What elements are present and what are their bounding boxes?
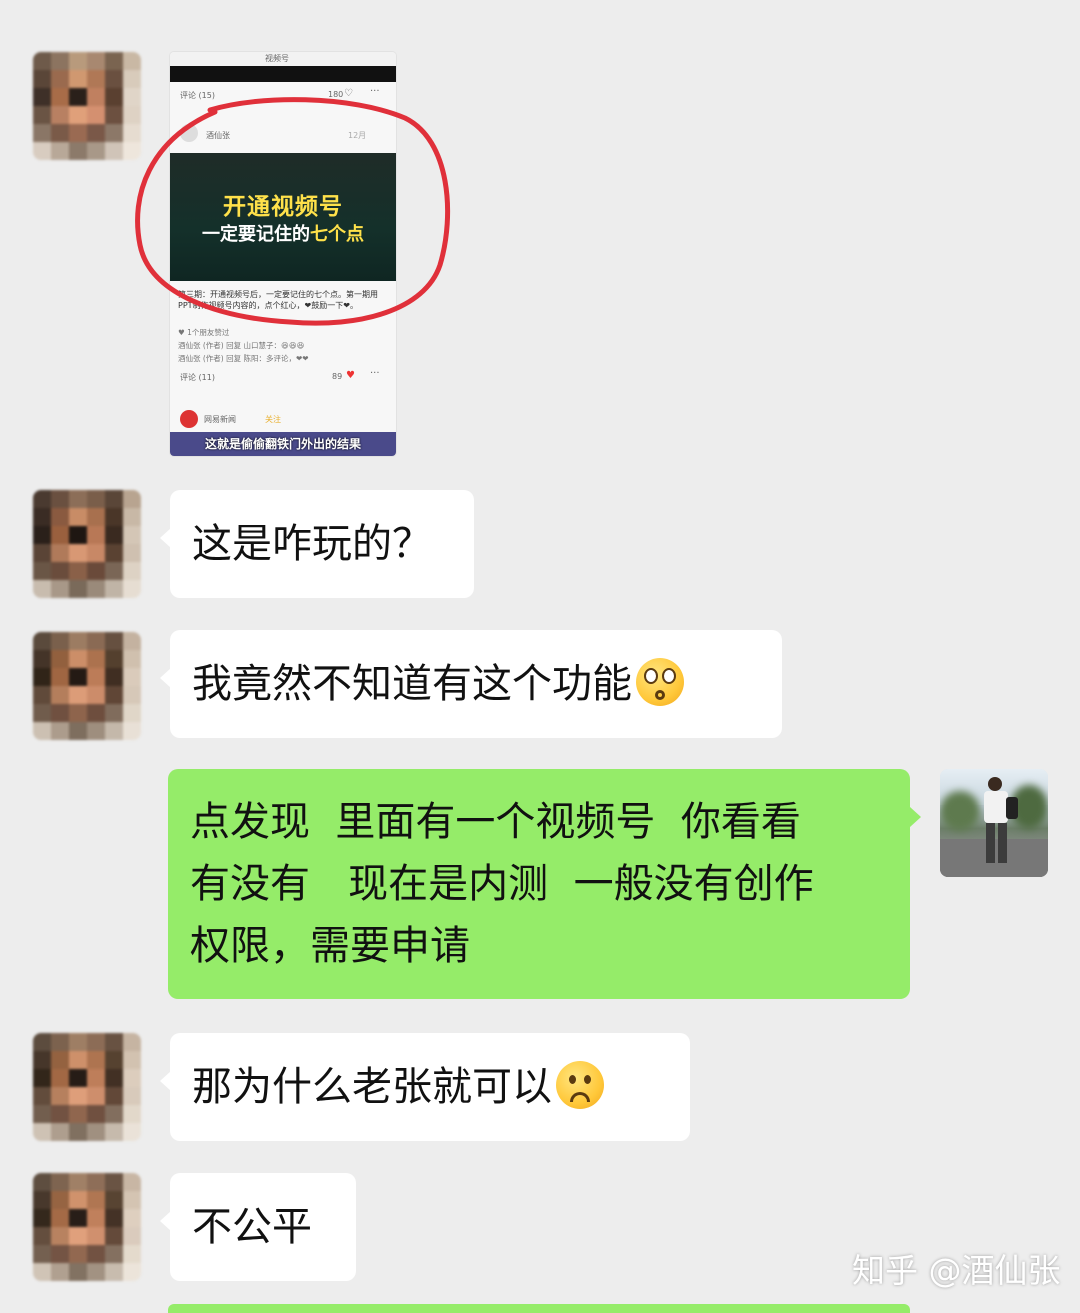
likes-top: 180 — [328, 90, 344, 99]
comment-count-top: 评论 (15) — [180, 91, 215, 100]
message-line-1: 点发现 里面有一个视频号 你看看 — [190, 799, 801, 845]
contact-avatar[interactable] — [33, 632, 141, 740]
more-icon: ··· — [370, 368, 380, 379]
message-line-3: 权限，需要申请 — [190, 923, 470, 969]
author-name: 酒仙张 — [206, 131, 230, 140]
video-subtitle: 这就是偷偷翻铁门外出的结果 — [204, 437, 361, 451]
post-description: 第三期：开通视频号后，一定要记住的七个点。第一期用PPT制作视频号内容的，点个红… — [178, 290, 378, 310]
post-time: 12月 — [348, 131, 367, 140]
reply-2: 酒仙张 (作者) 回复 陈阳：多评论，❤❤ — [178, 354, 309, 363]
friends-liked: ♥ 1个朋友赞过 — [178, 328, 230, 337]
watermark: 知乎 @酒仙张 — [852, 1251, 1061, 1290]
shocked-emoji-icon — [636, 658, 684, 706]
next-outgoing-bubble-partial — [168, 1304, 910, 1313]
video-title-line1: 开通视频号 — [223, 194, 343, 220]
follow-link: 关注 — [265, 415, 281, 424]
message-bubble-incoming[interactable]: 我竟然不知道有这个功能 — [160, 630, 782, 738]
author-avatar — [180, 124, 198, 142]
message-bubble-incoming[interactable]: 不公平 — [160, 1173, 356, 1281]
frown-emoji-icon — [556, 1061, 604, 1109]
message-text: 这是咋玩的？ — [192, 521, 432, 567]
next-source: 网易新闻 — [204, 415, 236, 424]
message-text: 不公平 — [192, 1204, 312, 1250]
news-source-icon — [180, 410, 198, 428]
video-title-line2: 一定要记住的七个点 — [202, 224, 364, 245]
status-bar: 视频号 — [170, 52, 396, 66]
header-center: 视频号 — [265, 54, 289, 63]
message-line-2: 有没有 现在是内测 一般没有创作 — [190, 861, 814, 907]
contact-avatar[interactable] — [33, 1033, 141, 1141]
reply-1: 酒仙张 (作者) 回复 山口慧子：😆😆😆 — [178, 341, 305, 350]
more-icon: ··· — [370, 86, 380, 97]
comment-count-bottom: 评论 (11) — [180, 373, 215, 382]
message-bubble-incoming[interactable]: 这是咋玩的？ — [160, 490, 474, 598]
message-text: 我竟然不知道有这个功能 — [192, 661, 632, 707]
heart-outline-icon: ♡ — [344, 88, 353, 99]
shared-screenshot-message[interactable]: 视频号 评论 (15) 180 ♡ ··· 酒仙张 12月 开通视频号 一定要记… — [170, 52, 396, 456]
message-text: 那为什么老张就可以 — [192, 1064, 552, 1110]
likes-bottom: 89 — [332, 372, 343, 381]
heart-filled-icon: ♥ — [346, 370, 355, 381]
contact-avatar[interactable] — [33, 52, 141, 160]
contact-avatar[interactable] — [33, 490, 141, 598]
contact-avatar[interactable] — [33, 1173, 141, 1281]
message-bubble-incoming[interactable]: 那为什么老张就可以 — [160, 1033, 690, 1141]
video-top-strip — [170, 66, 396, 82]
message-bubble-outgoing[interactable]: 点发现 里面有一个视频号 你看看 有没有 现在是内测 一般没有创作 权限，需要申… — [168, 769, 921, 999]
my-avatar[interactable] — [940, 769, 1048, 877]
